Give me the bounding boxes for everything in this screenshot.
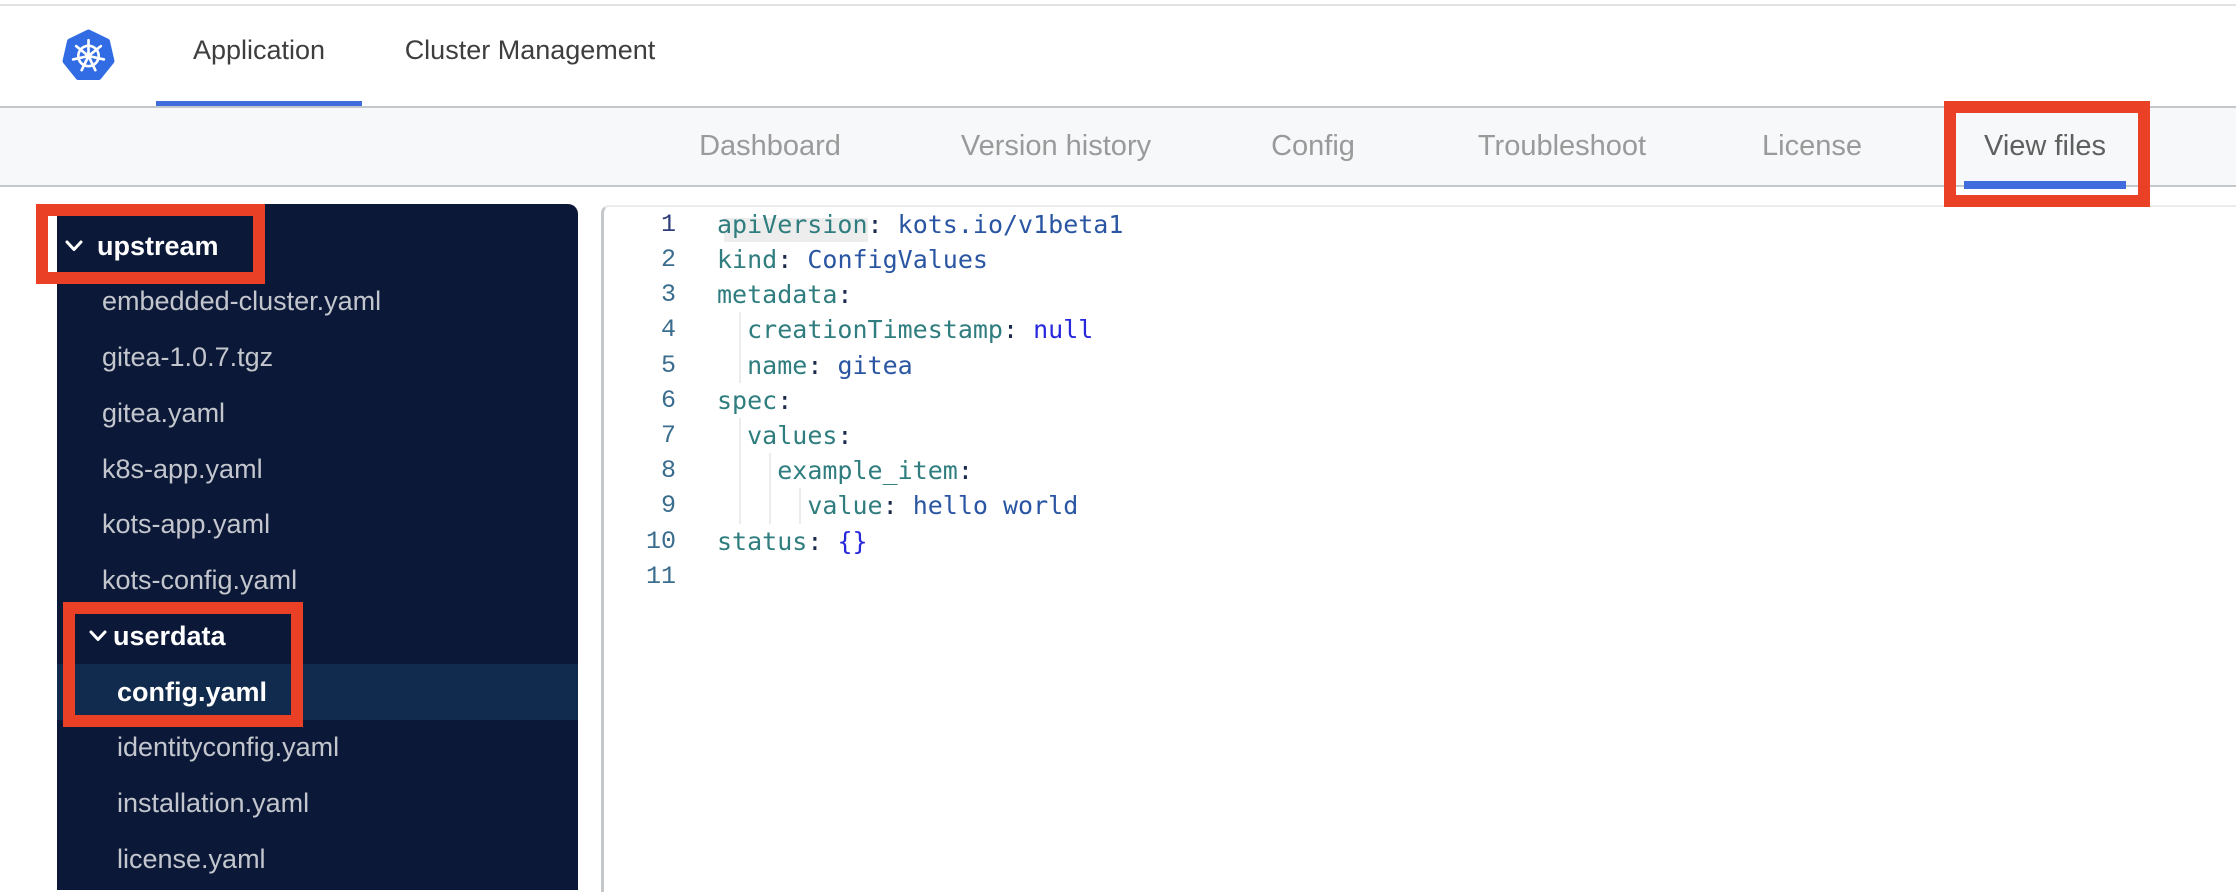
tab-cluster-management[interactable]: Cluster Management [380, 0, 680, 101]
tree-item-label: kots-app.yaml [102, 509, 271, 540]
annotation-rect-view-files [1944, 101, 2150, 207]
annotation-rect-userdata-config [63, 602, 303, 727]
tree-file-k8s-app.yaml[interactable]: k8s-app.yaml [57, 441, 578, 497]
tree-item-label: gitea-1.0.7.tgz [102, 342, 274, 373]
file-editor-panel [601, 205, 2236, 892]
tree-item-label: k8s-app.yaml [102, 453, 263, 484]
tree-item-label: installation.yaml [117, 788, 310, 819]
tree-file-gitea-1.0.7.tgz[interactable]: gitea-1.0.7.tgz [57, 330, 578, 386]
tree-file-installation.yaml[interactable]: installation.yaml [57, 776, 578, 832]
subnav-item-config[interactable]: Config [1271, 108, 1355, 185]
kubernetes-logo-icon [62, 29, 115, 80]
annotation-rect-upstream [36, 204, 265, 284]
tree-file-license.yaml[interactable]: license.yaml [57, 831, 578, 887]
app-subnav: Dashboard Version history Config Troublesho… [0, 106, 2236, 189]
tree-item-label: embedded-cluster.yaml [102, 286, 382, 317]
tree-file-identityconfig.yaml[interactable]: identityconfig.yaml [57, 720, 578, 776]
tree-item-label: kots-config.yaml [102, 565, 298, 596]
editor-word-highlight [724, 218, 868, 242]
tree-file-gitea.yaml[interactable]: gitea.yaml [57, 385, 578, 441]
subnav-item-version-history[interactable]: Version history [961, 108, 1151, 185]
tree-file-kots-config.yaml[interactable]: kots-config.yaml [57, 553, 578, 609]
app-header: Application Cluster Management [0, 0, 2236, 106]
tree-item-label: identityconfig.yaml [117, 732, 340, 763]
subnav-item-license[interactable]: License [1762, 108, 1862, 185]
file-tree-sidebar: upstream embedded-cluster.yaml gitea-1.0.7… [57, 204, 578, 890]
tree-file-kots-app.yaml[interactable]: kots-app.yaml [57, 497, 578, 553]
window-top-divider [0, 4, 2236, 6]
tab-application[interactable]: Application [156, 0, 362, 101]
subnav-item-dashboard[interactable]: Dashboard [699, 108, 841, 185]
tree-item-label: license.yaml [117, 843, 266, 874]
subnav-item-troubleshoot[interactable]: Troubleshoot [1478, 108, 1646, 185]
tree-item-label: gitea.yaml [102, 397, 226, 428]
